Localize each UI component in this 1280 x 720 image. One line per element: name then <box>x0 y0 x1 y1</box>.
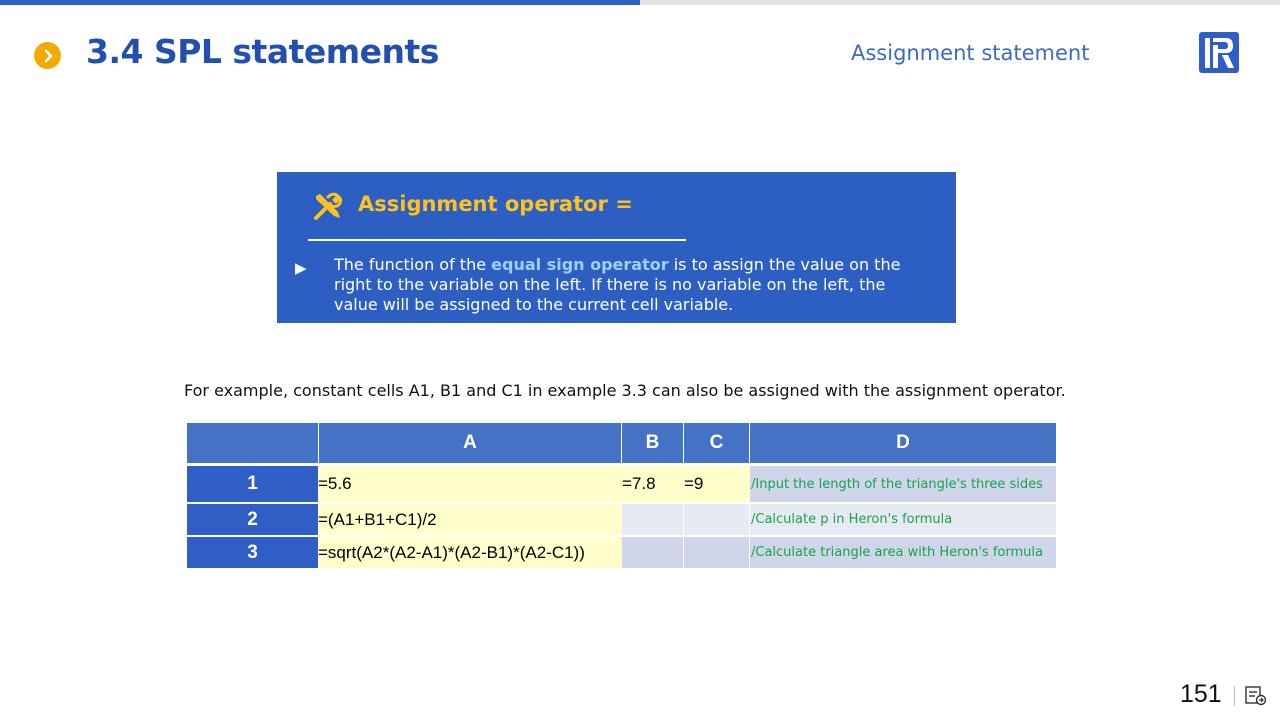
page-number: 151 <box>1180 680 1222 708</box>
column-header-a[interactable]: A <box>319 423 621 463</box>
notes-icon[interactable] <box>1245 686 1267 706</box>
column-header-c[interactable]: C <box>684 423 749 463</box>
row-header-2[interactable]: 2 <box>187 504 318 535</box>
cell-a3[interactable]: =sqrt(A2*(A2-A1)*(A2-B1)*(A2-C1)) <box>318 537 622 568</box>
cell-a2[interactable]: =(A1+B1+C1)/2 <box>318 504 622 535</box>
desc-part-1: The function of the <box>334 255 492 274</box>
example-text: For example, constant cells A1, B1 and C… <box>184 381 1066 400</box>
play-bullet-icon: ▶ <box>295 260 307 277</box>
page-title: 3.4 SPL statements <box>86 32 439 71</box>
corner-header <box>187 423 318 463</box>
footer-divider <box>1234 686 1235 706</box>
top-progress-bar <box>0 0 640 5</box>
cell-b2[interactable] <box>622 504 683 535</box>
cell-c1[interactable]: =9 <box>684 466 750 502</box>
tools-icon <box>311 191 343 223</box>
box-description: The function of the equal sign operator … <box>334 255 934 315</box>
cell-b1[interactable]: =7.8 <box>622 466 684 502</box>
desc-highlight: equal sign operator <box>491 255 669 274</box>
cell-b3[interactable] <box>622 537 683 568</box>
column-header-d[interactable]: D <box>750 423 1056 463</box>
cell-c2[interactable] <box>684 504 749 535</box>
cell-c3[interactable] <box>684 537 749 568</box>
top-progress-track <box>640 0 1280 5</box>
cell-d2[interactable]: /Calculate p in Heron's formula <box>750 504 1056 535</box>
column-header-b[interactable]: B <box>622 423 683 463</box>
row-header-1[interactable]: 1 <box>187 466 318 502</box>
box-heading: Assignment operator = <box>358 192 633 216</box>
section-title: Assignment statement <box>851 41 1090 65</box>
cell-d1[interactable]: /Input the length of the triangle's thre… <box>750 466 1056 502</box>
cell-a1[interactable]: =5.6 <box>318 466 622 502</box>
assignment-operator-box: Assignment operator = ▶ The function of … <box>277 172 956 323</box>
heading-underline <box>308 239 686 241</box>
row-header-3[interactable]: 3 <box>187 537 318 568</box>
chevron-right-icon <box>34 42 61 69</box>
raqsoft-logo <box>1198 31 1242 75</box>
cell-d3[interactable]: /Calculate triangle area with Heron's fo… <box>750 537 1056 568</box>
